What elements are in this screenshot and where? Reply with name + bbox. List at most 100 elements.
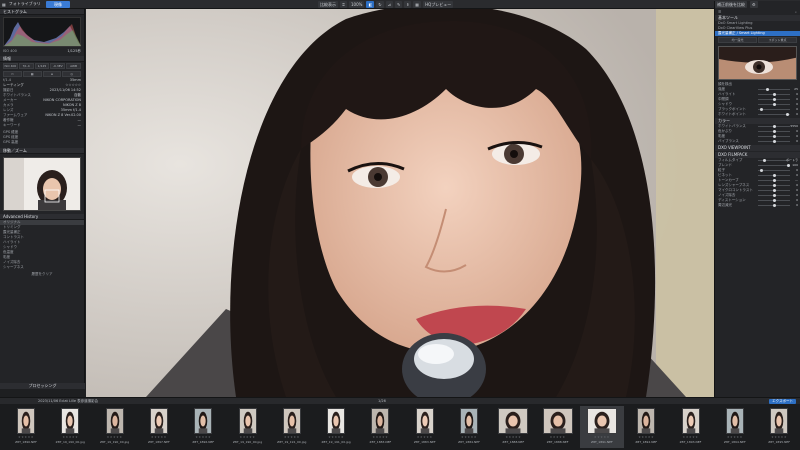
filmstrip-item[interactable]: ★★★★★ Z8T_19_191_00.jpg [270, 406, 314, 448]
single-view-icon[interactable]: ▭ [3, 71, 22, 77]
tab-develop[interactable]: 現像 [46, 1, 70, 8]
color-slider[interactable] [758, 130, 790, 133]
filmstrip-item[interactable]: ★★★★★ Z8T_1883.NEF [358, 406, 402, 448]
filmstrip-item[interactable]: ★★★★★ Z8T_1897.NEF [137, 406, 181, 448]
processing-button[interactable]: プロセッシング [0, 383, 85, 389]
viewpoint-header[interactable]: DXO VIEWPOINT [715, 145, 800, 151]
rating-stars[interactable]: ★★★★★ [403, 435, 447, 439]
rating-stars[interactable]: ★★★★★ [491, 435, 535, 439]
histogram-header[interactable]: ヒストグラム [0, 9, 84, 15]
history-clear[interactable]: 履歴をクリア [0, 272, 84, 277]
rating-stars[interactable]: ★★★★★ [669, 435, 713, 439]
rating-stars[interactable]: ★★★★★ [536, 435, 580, 439]
filmstrip-thumbnail[interactable] [194, 408, 213, 434]
rating-stars[interactable]: ★★★★★ [358, 435, 402, 439]
lighting-slider[interactable] [758, 113, 790, 116]
filmstrip-item[interactable]: ★★★★★ Z8T_1892.NEF [624, 406, 668, 448]
filmpack-slider[interactable] [758, 194, 790, 197]
rating-stars[interactable]: ★★★★★ [226, 435, 270, 439]
hq-preview-button[interactable]: HQプレビュー [423, 1, 454, 8]
lighting-slider[interactable] [758, 108, 790, 111]
rating-stars[interactable]: ★★★★★ [314, 435, 358, 439]
filmpack-slider-handle[interactable] [773, 184, 776, 187]
filmpack-slider[interactable] [758, 184, 790, 187]
spot-mode-button[interactable]: スポット重点 [758, 37, 797, 43]
filmpack-value[interactable]: 0 [796, 203, 798, 208]
filmstrip-thumbnail[interactable] [415, 408, 434, 434]
color-slider[interactable] [758, 140, 790, 143]
lighting-slider[interactable] [758, 88, 790, 91]
filmstrip-thumbnail[interactable] [498, 408, 529, 434]
lighting-slider[interactable] [758, 98, 790, 101]
filmstrip-item[interactable]: ★★★★★ Z8T_1893.NEF [669, 406, 713, 448]
exif-aperture[interactable]: f/1.4 [18, 63, 34, 69]
filmpack-slider-handle[interactable] [773, 179, 776, 182]
filmstrip-item[interactable]: ★★★★★ Z8T_1890.NEF [4, 406, 48, 448]
library-icon[interactable]: ▦ [2, 2, 6, 7]
filmstrip-item[interactable]: ★★★★★ Z8T_1891.NEF [579, 406, 624, 448]
filmpack-slider[interactable] [758, 199, 790, 202]
lighting-slider-handle[interactable] [766, 88, 769, 91]
filmpack-slider[interactable] [758, 169, 790, 172]
fit-button[interactable]: 100% [349, 1, 365, 8]
rating-stars[interactable]: ★★★★★ [181, 435, 225, 439]
filmstrip-thumbnail[interactable] [637, 408, 656, 434]
color-slider[interactable] [758, 125, 790, 128]
filmstrip-thumbnail[interactable] [238, 408, 257, 434]
rating-stars[interactable]: ★★★★★ [447, 435, 491, 439]
lighting-slider-handle[interactable] [773, 103, 776, 106]
filmpack-slider-handle[interactable] [773, 204, 776, 207]
uniform-mode-button[interactable]: 均一露光 [718, 37, 757, 43]
rating-stars[interactable]: ★★★★★ [93, 435, 137, 439]
filmstrip-thumbnail[interactable] [371, 408, 390, 434]
color-value[interactable]: 0 [796, 139, 798, 144]
filmpack-slider[interactable] [758, 179, 790, 182]
filmstrip-thumbnail[interactable] [586, 408, 617, 434]
color-slider-handle[interactable] [773, 130, 776, 133]
filmstrip-thumbnail[interactable] [770, 408, 789, 434]
lighting-slider[interactable] [758, 103, 790, 106]
filmpack-slider-handle[interactable] [760, 169, 763, 172]
rating-stars[interactable]: ★★★★★ [580, 435, 624, 439]
loupe-view-icon[interactable]: ◎ [62, 71, 81, 77]
filmstrip-item[interactable]: ★★★★★ Z8T_1888.NEF [536, 406, 580, 448]
lighting-slider-handle[interactable] [773, 93, 776, 96]
filmpack-slider-handle[interactable] [773, 199, 776, 202]
exif-ev[interactable]: -0.3EV [50, 63, 66, 69]
grid-icon[interactable]: ▦ [413, 1, 422, 8]
filmstrip-thumbnail[interactable] [282, 408, 301, 434]
lighting-slider-handle[interactable] [786, 113, 789, 116]
grid-view-icon[interactable]: ▦ [22, 71, 42, 77]
filmstrip-item[interactable]: ★★★★★ Z8T_19_190_00.jpg [93, 406, 137, 448]
eyedropper-icon[interactable]: ⌽ [404, 1, 412, 8]
filmstrip-thumbnail[interactable] [725, 408, 744, 434]
rating-stars[interactable]: ★★★★★ [137, 435, 181, 439]
filmstrip-item[interactable]: ★★★★★ Z8T_1884.NEF [447, 406, 491, 448]
color-slider-handle[interactable] [773, 125, 776, 128]
filmpack-slider-handle[interactable] [773, 174, 776, 177]
color-slider[interactable] [758, 135, 790, 138]
repair-icon[interactable]: ✎ [394, 1, 403, 8]
mask-icon[interactable]: ◧ [366, 1, 375, 8]
color-slider-handle[interactable] [773, 140, 776, 143]
filmstrip-item[interactable]: ★★★★★ Z8T_1895.NEF [757, 406, 800, 448]
rating-stars[interactable]: ★★★★★ [624, 435, 668, 439]
filmstrip-thumbnail[interactable] [681, 408, 700, 434]
filmpack-slider[interactable] [758, 189, 790, 192]
filmstrip-thumbnail[interactable] [149, 408, 168, 434]
crop-icon[interactable]: ⌗ [340, 1, 347, 8]
exif-shutter[interactable]: 1/125 [34, 63, 50, 69]
navigator-header[interactable]: 移動／ズーム [0, 148, 84, 154]
filmpack-slider[interactable] [758, 174, 790, 177]
rating-stars[interactable]: ★★★★★ [4, 435, 48, 439]
filmstrip-item[interactable]: ★★★★★ Z8T_1883.NEF [403, 406, 447, 448]
filmstrip-item[interactable]: ★★★★★ Z8T_1888.NEF [491, 406, 535, 448]
lighting-slider[interactable] [758, 93, 790, 96]
before-after-button[interactable]: 補正前後を比較 [715, 1, 747, 8]
library-tab[interactable]: フォトライブラリ [9, 1, 41, 7]
presets-icon[interactable]: ☰ [718, 10, 721, 14]
rating-stars[interactable]: ★★★★★ [270, 435, 314, 439]
history-item[interactable]: シャープネス [0, 265, 84, 270]
rating-stars[interactable]: ★★★★★ [713, 435, 757, 439]
filmstrip-thumbnail[interactable] [327, 408, 346, 434]
